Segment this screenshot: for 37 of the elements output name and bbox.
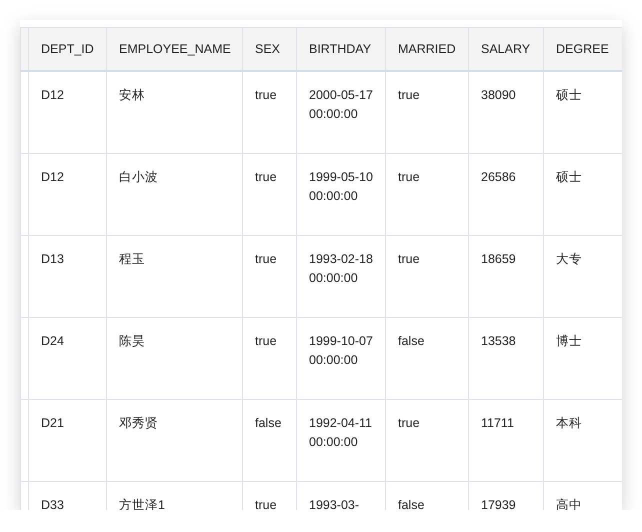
column-header[interactable]: BIRTHDAY	[296, 28, 386, 71]
table-cell: D12	[28, 154, 106, 236]
column-header[interactable]: SALARY	[468, 28, 544, 71]
table-cell: true	[242, 154, 296, 236]
table-cell: 1999-05-10 00:00:00	[296, 154, 386, 236]
column-header[interactable]: EMPLOYEE_NAME	[106, 28, 242, 71]
table-cell: true	[386, 71, 468, 154]
table-cell: 2000-05-17 00:00:00	[296, 71, 386, 154]
table-cell: true	[386, 400, 468, 482]
table-cell: 1992-04-11 00:00:00	[296, 400, 386, 482]
column-header[interactable]: SEX	[242, 28, 296, 71]
table-cell: 38090	[468, 71, 544, 154]
table-cell: true	[386, 236, 468, 318]
table-cell: D13	[28, 236, 106, 318]
table-cell: D24	[28, 318, 106, 400]
column-header[interactable]: DEGREE	[544, 28, 622, 71]
table-cell: true	[242, 71, 296, 154]
table-cell: 11711	[468, 400, 544, 482]
table-cell: false	[242, 400, 296, 482]
table-cell: 陈昊	[106, 318, 242, 400]
table-cell: true	[242, 236, 296, 318]
column-header[interactable]: DEPT_ID	[28, 28, 106, 71]
table-cell: D12	[28, 71, 106, 154]
table-cell: false	[386, 318, 468, 400]
table-cell: true	[242, 318, 296, 400]
table-cell: 1993-02-18 00:00:00	[296, 236, 386, 318]
table-cell: 程玉	[106, 236, 242, 318]
table-cell: 1999-10-07 00:00:00	[296, 318, 386, 400]
column-header[interactable]: MARRIED	[386, 28, 468, 71]
table-cell: D21	[28, 400, 106, 482]
table-cell: true	[386, 154, 468, 236]
table-cell: 邓秀贤	[106, 400, 242, 482]
table-cell: 安林	[106, 71, 242, 154]
table-cell: 13538	[468, 318, 544, 400]
table-cell: 26586	[468, 154, 544, 236]
table-cell: 白小波	[106, 154, 242, 236]
table-cell: 18659	[468, 236, 544, 318]
